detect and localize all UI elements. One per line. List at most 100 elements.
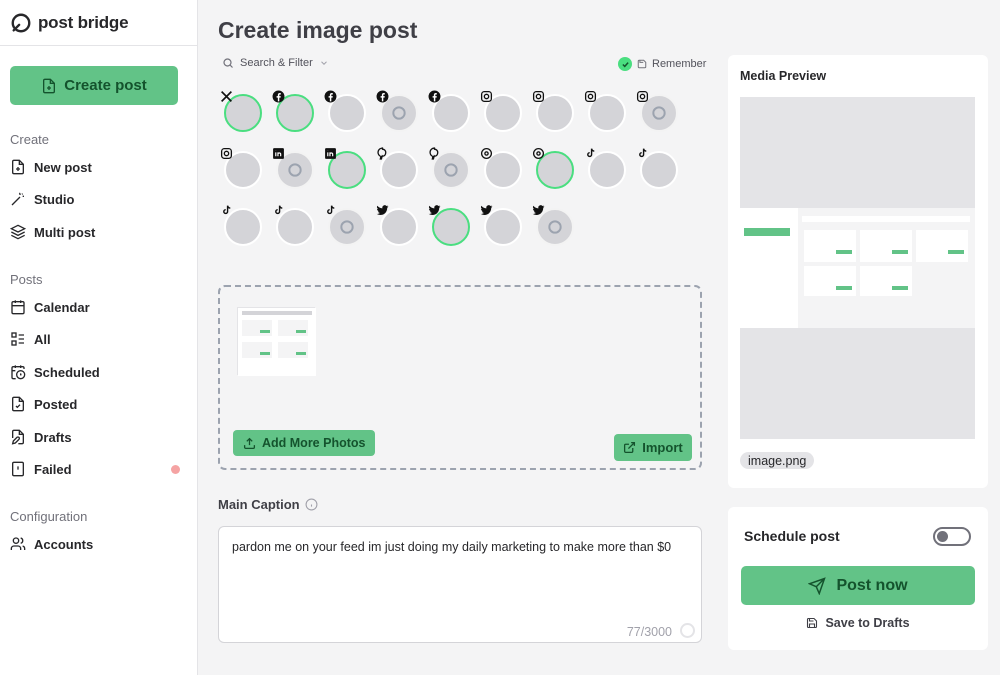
tiktok-icon: [584, 147, 597, 160]
uploaded-image-thumbnail[interactable]: [237, 307, 316, 376]
layers-icon: [10, 224, 26, 240]
instagram-icon: [480, 90, 493, 103]
brand[interactable]: post bridge: [0, 0, 197, 46]
sidebar-item-studio[interactable]: Studio: [10, 187, 180, 211]
caption-textarea[interactable]: pardon me on your feed im just doing my …: [218, 526, 702, 643]
facebook-icon: [324, 90, 337, 103]
x-icon: [220, 90, 233, 103]
save-to-drafts-button[interactable]: Save to Drafts: [728, 616, 988, 630]
save-to-drafts-label: Save to Drafts: [825, 616, 910, 630]
twitter-icon: [428, 204, 441, 217]
account-avatar-x[interactable]: [221, 91, 264, 134]
brand-name: post bridge: [38, 12, 129, 32]
file-alert-icon: [12, 461, 24, 477]
twitter-icon: [532, 204, 545, 217]
instagram-icon: [636, 90, 649, 103]
tiktok-icon: [272, 204, 285, 217]
account-avatar-twitter[interactable]: [532, 205, 576, 248]
sidebar-item-label: Drafts: [34, 429, 72, 445]
send-icon: [808, 576, 827, 595]
media-preview-image[interactable]: [740, 97, 975, 439]
sidebar-item-label: Calendar: [34, 299, 90, 315]
account-avatar-pinterest[interactable]: [429, 147, 472, 191]
account-avatar-twitter[interactable]: [480, 205, 524, 248]
chevron-down-icon: [320, 61, 327, 65]
account-avatar-facebook[interactable]: [428, 90, 472, 134]
sidebar-item-drafts[interactable]: Drafts: [10, 425, 180, 449]
add-more-photos-label: Add More Photos: [262, 436, 366, 450]
save-icon: [637, 59, 647, 69]
sidebar-item-all[interactable]: All: [10, 327, 180, 351]
account-avatar-twitter[interactable]: [428, 205, 472, 248]
search-filter-label: Search & Filter: [240, 57, 313, 69]
add-more-photos-button[interactable]: Add More Photos: [233, 430, 376, 456]
list-icon: [11, 332, 24, 346]
schedule-post-label: Schedule post: [744, 528, 840, 544]
calendar-clock-icon: [11, 365, 26, 380]
create-post-label: Create post: [64, 77, 147, 94]
sidebar-item-posted[interactable]: Posted: [10, 392, 180, 416]
sidebar-item-accounts[interactable]: Accounts: [10, 532, 180, 556]
account-avatar-threads[interactable]: [532, 147, 576, 191]
account-avatar-facebook[interactable]: [324, 90, 368, 134]
file-edit-icon: [11, 429, 24, 445]
sidebar-item-failed[interactable]: Failed: [10, 457, 180, 481]
instagram-icon: [220, 147, 233, 160]
sidebar-item-label: Studio: [34, 191, 75, 207]
sidebar-item-calendar[interactable]: Calendar: [10, 295, 180, 319]
account-avatar-tiktok[interactable]: [327, 205, 368, 248]
sidebar-item-label: Multi post: [34, 224, 96, 240]
section-configuration-title: Configuration: [10, 509, 88, 524]
toggle-knob: [937, 531, 948, 542]
account-avatar-tiktok[interactable]: [275, 205, 316, 248]
account-avatar-facebook[interactable]: [272, 90, 316, 134]
remember-label: Remember: [652, 58, 707, 70]
account-avatar-instagram[interactable]: [220, 147, 264, 191]
users-icon: [10, 537, 26, 550]
media-preview-panel: Media Preview image.png: [728, 55, 988, 488]
twitter-icon: [376, 204, 389, 217]
sidebar-item-new-post[interactable]: New post: [10, 155, 180, 179]
account-avatar-pinterest[interactable]: [377, 147, 420, 191]
media-preview-title: Media Preview: [740, 69, 827, 83]
page-title: Create image post: [218, 17, 418, 43]
info-icon[interactable]: [305, 498, 318, 511]
account-avatar-threads[interactable]: [480, 147, 524, 191]
account-avatar-tiktok[interactable]: [639, 148, 680, 191]
schedule-post-toggle[interactable]: [933, 527, 971, 546]
post-now-label: Post now: [836, 576, 908, 594]
account-avatar-linkedin[interactable]: [325, 148, 368, 191]
file-name-chip: image.png: [740, 452, 815, 469]
sidebar-item-label: Accounts: [34, 536, 94, 552]
sidebar-item-label: Failed: [34, 461, 72, 477]
account-avatar-tiktok[interactable]: [223, 205, 264, 248]
account-avatar-facebook[interactable]: [376, 90, 420, 134]
account-avatar-linkedin[interactable]: [273, 148, 316, 191]
import-button[interactable]: Import: [614, 434, 692, 461]
remember-toggle[interactable]: Remember: [618, 57, 706, 71]
import-label: Import: [642, 440, 683, 455]
linkedin-icon: [272, 147, 285, 160]
calendar-icon: [11, 300, 25, 315]
sidebar-item-multi-post[interactable]: Multi post: [10, 220, 180, 244]
create-post-button[interactable]: Create post: [10, 66, 178, 105]
account-avatar-instagram[interactable]: [584, 90, 628, 134]
sidebar-item-label: New post: [34, 159, 92, 175]
instagram-icon: [584, 90, 597, 103]
post-bridge-logo-icon: [11, 13, 31, 32]
account-avatar-instagram[interactable]: [532, 90, 576, 134]
image-dropzone[interactable]: Add More Photos Import: [218, 285, 702, 470]
account-avatar-instagram[interactable]: [636, 90, 680, 134]
section-posts-title: Posts: [10, 272, 43, 287]
pinterest-icon: [376, 147, 389, 160]
thumbnail-screenshot: [238, 308, 316, 376]
search-filter[interactable]: Search & Filter: [222, 57, 329, 69]
facebook-icon: [272, 90, 285, 103]
sidebar-item-scheduled[interactable]: Scheduled: [10, 360, 180, 384]
account-avatar-twitter[interactable]: [376, 205, 420, 248]
save-icon: [807, 617, 818, 629]
post-now-button[interactable]: Post now: [741, 566, 975, 605]
account-avatar-instagram[interactable]: [480, 90, 524, 134]
account-avatar-tiktok[interactable]: [587, 148, 628, 191]
upload-icon: [243, 437, 256, 449]
